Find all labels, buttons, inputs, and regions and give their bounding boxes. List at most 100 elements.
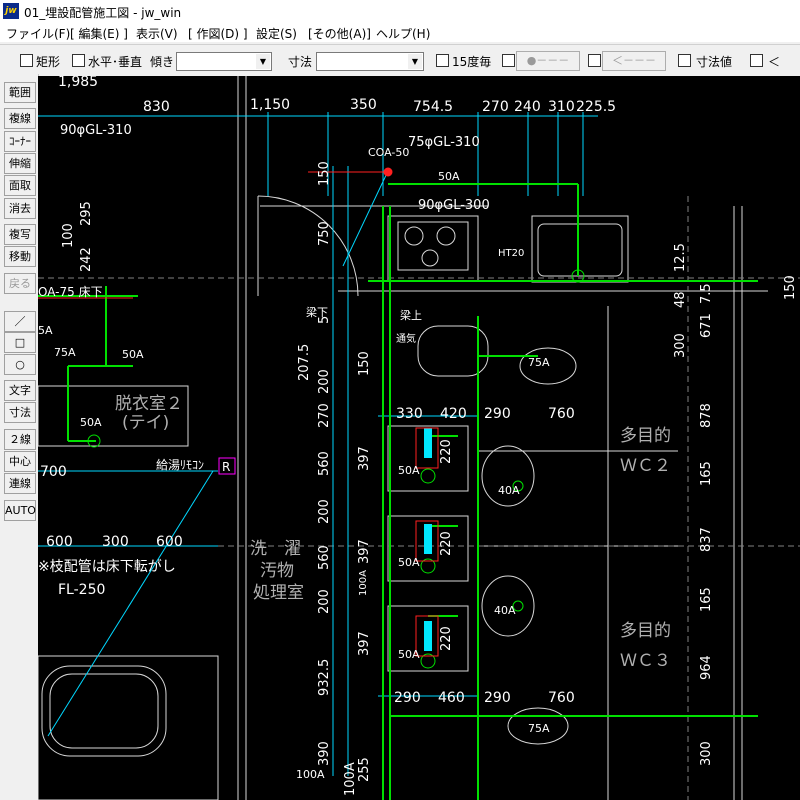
pipe-label: 梁上 (400, 308, 422, 322)
dim-label: 290 (484, 690, 511, 706)
tool-copy-button[interactable]: 複写 (4, 224, 36, 245)
room-label: 多目的 (620, 621, 671, 641)
tool-chamfer-button[interactable]: 面取 (4, 175, 36, 196)
pipe-label: 通気 (396, 332, 416, 345)
dim-label: 220 (439, 531, 454, 556)
dim-label: 220 (439, 439, 454, 464)
dim-label: 300 (102, 534, 129, 550)
menu-edit[interactable]: [ 編集(E) ] (70, 25, 128, 42)
dim-label: 48 (673, 291, 688, 308)
dim-label: 5 (317, 316, 332, 324)
tool-centerline-button[interactable]: 中心線 (4, 451, 36, 487)
tool-double-line-button[interactable]: ２線 (4, 429, 36, 450)
dim-label: 240 (514, 99, 541, 115)
leader-lines (47, 170, 389, 737)
arrow-checkbox[interactable] (588, 54, 601, 67)
dim-label: 350 (350, 97, 377, 113)
tool-range-button[interactable]: 範囲 (4, 82, 36, 103)
menu-file[interactable]: ファイル(F) (6, 25, 70, 42)
tool-connect-button[interactable]: 連線 (4, 473, 36, 494)
tool-circle-button[interactable]: ○ (4, 354, 36, 375)
tilt-combo[interactable]: ▼ (176, 52, 272, 71)
tool-line-button[interactable]: ／ (4, 311, 36, 332)
dim-label: 460 (438, 690, 465, 706)
tool-erase-button[interactable]: 消去 (4, 198, 36, 219)
dim-combo[interactable]: ▼ (316, 52, 424, 71)
tool-rect-button[interactable]: □ (4, 332, 36, 353)
room-label: ＷＣ２ (620, 456, 671, 476)
dim-label: 760 (548, 690, 575, 706)
arrow-line-button[interactable]: ＜－－－ (602, 51, 666, 71)
dim-label: 295 (79, 201, 94, 226)
dim-label: 1,985 (58, 76, 98, 90)
branch-note: ※枝配管は床下転がし (38, 559, 176, 575)
hv-checkbox[interactable] (72, 54, 85, 67)
dim-label: 100A (343, 762, 358, 796)
pipe-label: 75A (528, 722, 550, 735)
tool-undo-button[interactable]: 戻る (4, 273, 36, 294)
menu-view[interactable]: 表示(V) (136, 25, 178, 42)
right-dimension-labels: 12.5 48 7.5 671 300 878 165 837 165 964 … (673, 243, 798, 766)
rect-label: 矩形 (36, 55, 61, 69)
center-lines (38, 196, 800, 800)
dim-label: 200 (317, 369, 332, 394)
dim-label: 200 (317, 499, 332, 524)
dim-label: 397 (357, 539, 372, 564)
pipe-label: 50A (398, 556, 420, 569)
pipe-label: 40A (494, 604, 516, 617)
tool-text-button[interactable]: 文字 (4, 380, 36, 401)
drawing-canvas[interactable]: R 1,985 830 1,150 350 754.5 270 240 310 … (38, 76, 800, 800)
dim-label: 165 (699, 461, 714, 486)
window-title: 01_埋設配管施工図 - jw_win (24, 6, 182, 20)
dim-label: 754.5 (413, 99, 453, 115)
dim-label: 7.5 (699, 283, 714, 304)
tool-extend-button[interactable]: 伸縮 (4, 153, 36, 174)
tool-auto-button[interactable]: AUTO (4, 500, 36, 521)
pipe-label: HT20 (498, 248, 524, 259)
dim-label: 207.5 (297, 344, 312, 381)
dim-label: 830 (143, 99, 170, 115)
pipe-label: OA-75 床下 (38, 285, 103, 299)
pipe-label: 50A (398, 464, 420, 477)
chevron-down-icon: ▼ (256, 54, 270, 69)
dim-label: 225.5 (576, 99, 616, 115)
dim-label: 150 (783, 275, 798, 300)
menu-bar: ファイル(F) [ 編集(E) ] 表示(V) [ 作図(D) ] 設定(S) … (0, 22, 800, 42)
menu-settings[interactable]: 設定(S) (256, 25, 297, 42)
branch-note-level: FL-250 (58, 582, 105, 598)
dim-label: 330 (396, 406, 423, 422)
dim-label: 150 (357, 351, 372, 376)
tool-dimension-button[interactable]: 寸法 (4, 402, 36, 423)
dim-label: 964 (699, 655, 714, 680)
deg15-label: 15度毎 (452, 55, 492, 69)
tool-offset-button[interactable]: 複線 (4, 108, 36, 129)
dot-checkbox[interactable] (502, 54, 515, 67)
lt-label: ＜ (768, 55, 781, 69)
dim-label: 878 (699, 403, 714, 428)
deg15-checkbox[interactable] (436, 54, 449, 67)
menu-help[interactable]: ヘルプ(H) (376, 25, 430, 42)
dot-line-button[interactable]: ●－－－ (516, 51, 580, 71)
lt-checkbox[interactable] (750, 54, 763, 67)
dimval-checkbox[interactable] (678, 54, 691, 67)
tool-move-button[interactable]: 移動 (4, 246, 36, 267)
top-dimension-labels: 1,985 830 1,150 350 754.5 270 240 310 22… (58, 76, 616, 115)
tool-corner-button[interactable]: ｺｰﾅｰ (4, 131, 36, 152)
dim-label: 100 (61, 223, 76, 248)
control-toolbar: 矩形 水平･垂直 傾き ▼ 寸法 ▼ 15度毎 ●－－－ ＜－－－ 寸法値 ＜ (0, 44, 800, 75)
pipe-label: 100A (358, 570, 369, 596)
dim-label: 200 (317, 589, 332, 614)
rect-checkbox[interactable] (20, 54, 33, 67)
pipes (38, 183, 758, 800)
pipe-label: 50A (80, 416, 102, 429)
pipe-label: COA-50 (368, 146, 409, 159)
menu-other[interactable]: [その他(A)] (308, 25, 371, 42)
room-label: 多目的 (620, 426, 671, 446)
dim-label: 220 (439, 626, 454, 651)
dimval-label: 寸法値 (696, 55, 733, 69)
dim-label: 1,150 (250, 97, 290, 113)
dim-label: 390 (317, 741, 332, 766)
dim-label: 290 (394, 690, 421, 706)
menu-draw[interactable]: [ 作図(D) ] (188, 25, 248, 42)
dim-label: 671 (699, 313, 714, 338)
